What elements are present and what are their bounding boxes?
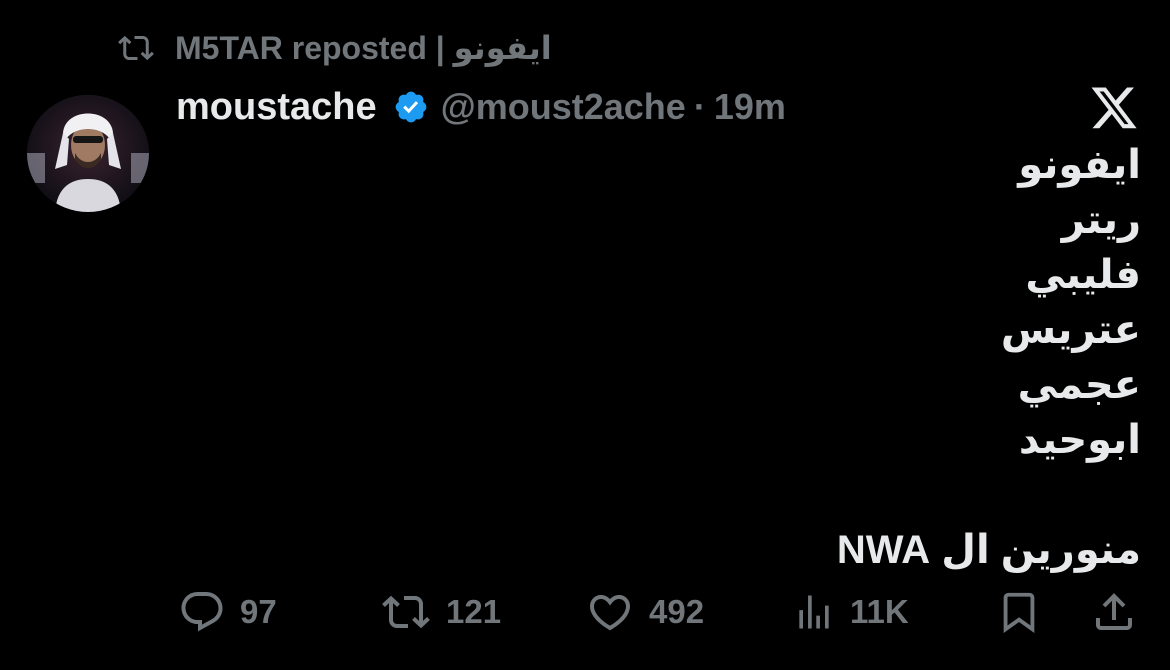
verified-badge-icon (395, 91, 426, 123)
tweet-line: عتريس (1000, 308, 1141, 352)
repost-count: 121 (446, 593, 502, 630)
tweet-line: عجمي (1017, 363, 1141, 407)
display-name[interactable]: moustache (176, 86, 377, 129)
tweet-header: moustache @moust2ache · 19m (176, 84, 786, 130)
heart-icon (589, 595, 631, 631)
like-button[interactable]: 492 (585, 582, 704, 642)
repost-button[interactable]: 121 (380, 582, 501, 642)
avatar-image (27, 95, 149, 212)
bookmark-button[interactable] (996, 582, 1042, 642)
user-handle[interactable]: @moust2ache (441, 86, 686, 128)
separator-dot: · (693, 86, 706, 127)
action-bar: 97 121 492 11K (0, 582, 1170, 642)
timestamp[interactable]: 19m (714, 86, 786, 128)
tweet-line: ايفونو (1018, 143, 1141, 187)
reply-icon (181, 592, 223, 632)
tweet-line: ابوحيد (1018, 418, 1141, 462)
repost-context[interactable]: M5TAR reposted | ايفونو (115, 26, 552, 70)
repost-text: M5TAR reposted | ايفونو (175, 30, 552, 66)
x-logo-icon (1091, 87, 1137, 129)
reply-count: 97 (240, 593, 277, 630)
tweet-closing-line: منورين ال NWA (836, 528, 1141, 572)
share-button[interactable] (1090, 582, 1138, 642)
views-icon (799, 595, 829, 629)
tweet-line: ريتر (1061, 198, 1141, 242)
repost-icon (382, 595, 430, 629)
bookmark-icon (1003, 592, 1035, 633)
share-icon (1096, 593, 1132, 630)
views-button[interactable]: 11K (792, 582, 909, 642)
tweet-text: ايفونو ريتر فليبي عتريس عجمي ابوحيد منور… (381, 138, 1141, 578)
repost-icon (118, 35, 154, 61)
like-count: 492 (649, 593, 705, 630)
tweet-line: فليبي (1025, 253, 1141, 297)
views-count: 11K (850, 593, 909, 630)
avatar[interactable] (27, 95, 149, 212)
reply-button[interactable]: 97 (178, 582, 277, 642)
